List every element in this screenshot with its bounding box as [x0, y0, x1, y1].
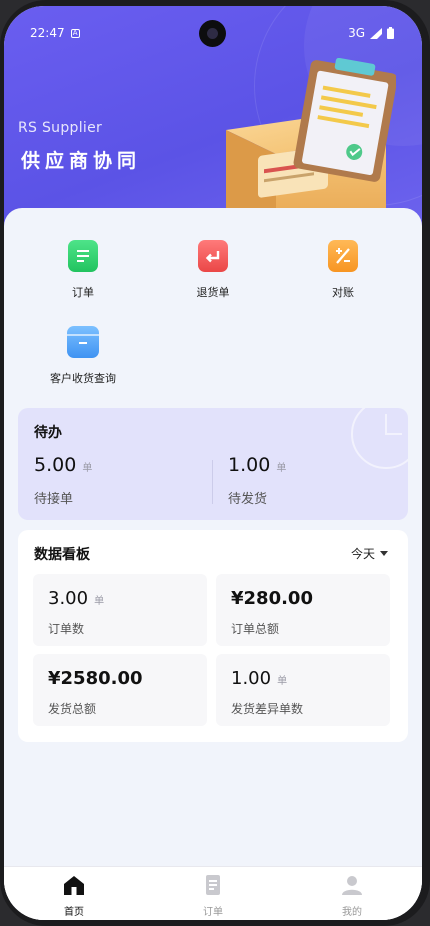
- caret-down-icon: [380, 551, 388, 556]
- shortcut-label: 退货单: [196, 286, 230, 299]
- metric-caption: 待发货: [228, 492, 268, 507]
- battery-icon: [387, 27, 394, 39]
- package-clipboard-illustration: [226, 58, 396, 228]
- status-time: 22:47: [30, 26, 65, 40]
- return-icon: [198, 240, 228, 272]
- main-content: 订单 退货单 对账 客户收货查询 待办 5.00 单 待接单 1.00 单 待发…: [4, 208, 422, 920]
- metric-unit: 单: [82, 463, 93, 474]
- tile-caption: 发货差异单数: [231, 702, 304, 716]
- tile-caption: 订单数: [48, 622, 85, 636]
- front-camera: [199, 20, 226, 47]
- shortcut-orders[interactable]: 订单: [28, 240, 138, 300]
- network-type: 3G: [348, 26, 365, 40]
- tile-caption: 订单总额: [231, 622, 280, 636]
- brand-title: 供应商协同: [21, 150, 142, 172]
- tab-profile[interactable]: 我的: [312, 875, 392, 918]
- tile-shipment-diff[interactable]: 1.00 单 发货差异单数: [216, 654, 390, 726]
- tile-value: 3.00: [48, 588, 89, 609]
- tab-label: 首页: [64, 907, 84, 918]
- profile-icon: [342, 876, 362, 895]
- data-dashboard-card: 数据看板 今天 3.00 单 订单数 ¥280.00 订单总额 ¥2580.00 …: [18, 530, 408, 742]
- todo-pending-accept[interactable]: 5.00 单 待接单: [34, 454, 92, 507]
- metric-caption: 待接单: [34, 492, 74, 507]
- shortcut-returns[interactable]: 退货单: [158, 240, 268, 300]
- shortcut-customer-receipt[interactable]: 客户收货查询: [28, 326, 138, 386]
- metric-value: 5.00: [34, 454, 77, 476]
- document-icon: [68, 240, 98, 272]
- tab-orders[interactable]: 订单: [173, 875, 253, 918]
- tile-shipment-total[interactable]: ¥2580.00 发货总额: [33, 654, 207, 726]
- todo-title: 待办: [34, 425, 62, 441]
- header-banner: 22:47 A 3G RS Supplier 供应商协同: [4, 6, 422, 238]
- tile-value: 1.00: [231, 668, 272, 689]
- order-icon: [206, 875, 220, 895]
- tile-order-total[interactable]: ¥280.00 订单总额: [216, 574, 390, 646]
- reconcile-icon: [328, 240, 358, 272]
- tile-unit: 单: [277, 676, 288, 687]
- shortcut-label: 对账: [332, 286, 354, 299]
- home-icon: [64, 876, 84, 895]
- tile-unit: 单: [94, 596, 105, 607]
- metric-unit: 单: [276, 463, 287, 474]
- brand-subtitle: RS Supplier: [18, 120, 103, 136]
- app-screen: 22:47 A 3G RS Supplier 供应商协同 订单 退货单 对账 客…: [4, 6, 422, 920]
- shortcut-label: 客户收货查询: [50, 372, 116, 385]
- date-filter-value: 今天: [350, 547, 375, 561]
- tile-order-count[interactable]: 3.00 单 订单数: [33, 574, 207, 646]
- shortcut-reconcile[interactable]: 对账: [288, 240, 398, 300]
- tab-label: 订单: [203, 907, 223, 918]
- tab-label: 我的: [342, 907, 362, 918]
- tile-value: ¥2580.00: [48, 668, 143, 689]
- clock-decor-icon: [351, 408, 408, 469]
- box-icon: [67, 326, 99, 358]
- tile-value: ¥280.00: [231, 588, 313, 609]
- phone-frame: 22:47 A 3G RS Supplier 供应商协同 订单 退货单 对账 客…: [0, 0, 430, 926]
- shortcut-label: 订单: [72, 286, 94, 299]
- date-filter-dropdown[interactable]: 今天: [351, 545, 388, 562]
- metric-value: 1.00: [228, 454, 271, 476]
- notification-icon: A: [70, 28, 80, 38]
- tab-home[interactable]: 首页: [34, 875, 114, 918]
- todo-pending-ship[interactable]: 1.00 单 待发货: [228, 454, 286, 507]
- tile-caption: 发货总额: [48, 702, 97, 716]
- todo-card: 待办 5.00 单 待接单 1.00 单 待发货: [18, 408, 408, 520]
- divider: [212, 460, 213, 504]
- bottom-tab-bar: 首页 订单 我的: [4, 866, 422, 920]
- signal-icon: [370, 27, 382, 39]
- dashboard-title: 数据看板: [34, 547, 90, 563]
